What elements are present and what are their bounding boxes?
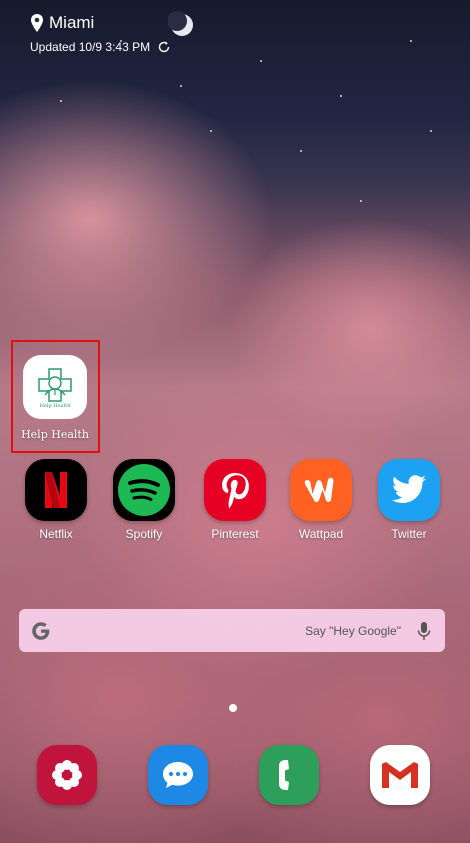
wattpad-label: Wattpad [298, 527, 344, 541]
dock-phone-app[interactable] [259, 745, 319, 805]
flower-icon [37, 745, 97, 805]
gmail-icon [370, 745, 430, 805]
dock-blossom-app[interactable] [37, 745, 97, 805]
pinterest-app[interactable]: Pinterest [200, 459, 270, 541]
help-health-app-icon: Help Health [23, 355, 87, 419]
wattpad-icon [290, 459, 352, 521]
refresh-icon[interactable] [157, 40, 171, 54]
location-pin-icon [31, 14, 43, 32]
microphone-icon[interactable] [417, 621, 431, 641]
page-indicator[interactable] [229, 704, 237, 712]
dock-messages-app[interactable] [148, 745, 208, 805]
spotify-app[interactable]: Spotify [113, 459, 175, 541]
moon-icon [168, 11, 193, 36]
wattpad-app[interactable]: Wattpad [290, 459, 352, 541]
netflix-app[interactable]: Netflix [25, 459, 87, 541]
twitter-app[interactable]: Twitter [378, 459, 440, 541]
pinterest-label: Pinterest [211, 527, 259, 541]
help-health-app-label: Help Health [21, 428, 89, 441]
twitter-icon [378, 459, 440, 521]
message-bubble-icon [148, 745, 208, 805]
help-health-icon-text: Help Health [39, 403, 71, 409]
pinterest-icon [204, 459, 266, 521]
netflix-label: Netflix [39, 527, 73, 541]
phone-icon [259, 745, 319, 805]
search-hint: Say "Hey Google" [305, 623, 401, 638]
dock-gmail-app[interactable] [370, 745, 430, 805]
netflix-icon [25, 459, 87, 521]
weather-widget[interactable]: Miami Updated 10/9 3:43 PM [30, 12, 171, 54]
help-health-app[interactable]: Help Health Help Health [20, 355, 90, 441]
google-search-bar[interactable]: Say "Hey Google" [19, 609, 445, 652]
spotify-icon [113, 459, 175, 521]
weather-updated-time: Updated 10/9 3:43 PM [30, 40, 151, 54]
weather-city: Miami [49, 13, 95, 32]
google-g-icon [32, 621, 50, 640]
medical-cross-icon [38, 368, 72, 402]
twitter-label: Twitter [391, 527, 427, 541]
spotify-label: Spotify [125, 527, 163, 541]
